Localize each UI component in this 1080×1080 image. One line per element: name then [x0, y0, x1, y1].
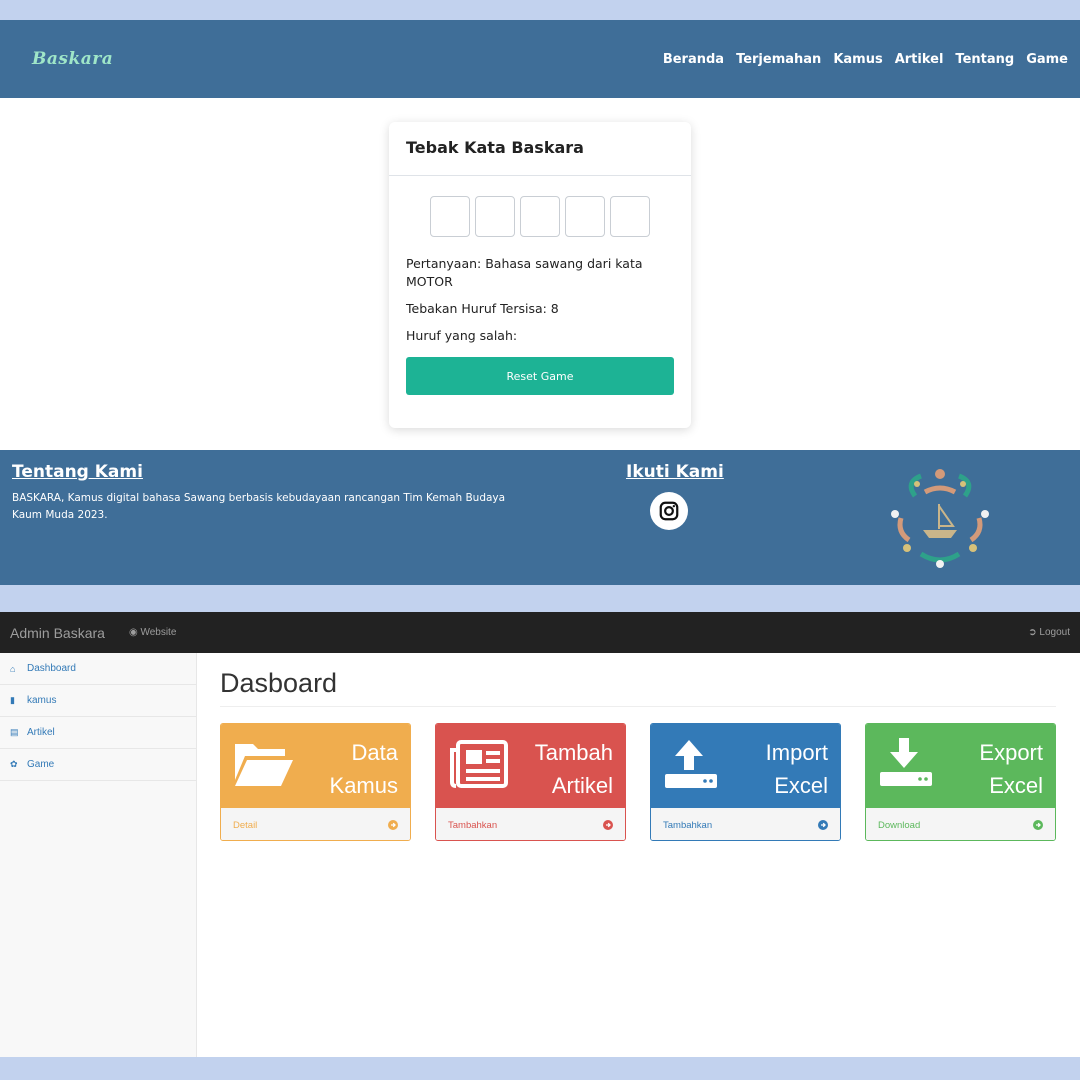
panel-title-line: Excel [989, 773, 1043, 798]
folder-open-icon [233, 736, 295, 792]
sidebar-item-kamus[interactable]: ▮ kamus [0, 685, 196, 717]
site-navbar: Baskara Beranda Terjemahan Kamus Artikel… [0, 20, 1080, 98]
sidebar-item-dashboard[interactable]: ⌂ Dashboard [0, 653, 196, 685]
letter-slot[interactable] [475, 196, 515, 237]
emblem-icon [885, 462, 995, 572]
about-text: BASKARA, Kamus digital bahasa Sawang ber… [12, 492, 506, 521]
panel-title-line: Data [351, 740, 398, 765]
game-title: Tebak Kata Baskara [389, 122, 691, 176]
panel-footer-download[interactable]: Download [866, 808, 1055, 840]
sidebar-item-label: Dashboard [27, 663, 76, 674]
follow-section: Ikuti Kami [626, 462, 724, 530]
letter-slot[interactable] [610, 196, 650, 237]
panel-footer-label: Tambahkan [448, 819, 498, 831]
site-footer: Tentang Kami BASKARA, Kamus digital baha… [0, 450, 1080, 585]
nav-link-tentang[interactable]: Tentang [955, 52, 1014, 67]
admin-sidebar: ⌂ Dashboard ▮ kamus ▤ Artikel ✿ Game [0, 653, 197, 1057]
game-question: Pertanyaan: Bahasa sawang dari kata MOTO… [406, 256, 643, 289]
logout-icon: ➲ [1028, 627, 1037, 638]
home-icon: ⌂ [10, 663, 16, 674]
panel-data-kamus: Data Kamus Detail [220, 723, 411, 841]
book-icon: ▮ [10, 695, 15, 705]
sidebar-item-label: Game [27, 759, 55, 770]
sidebar-item-label: Artikel [27, 727, 55, 738]
globe-icon: ◉ [128, 627, 138, 638]
site-screenshot: Baskara Beranda Terjemahan Kamus Artikel… [0, 20, 1080, 585]
panel-footer-label: Tambahkan [663, 819, 713, 831]
admin-main: Dasboard Data Kamus Detail Tambah Artike… [220, 653, 1056, 841]
sidebar-item-label: kamus [27, 695, 57, 706]
site-logo[interactable]: Baskara [32, 49, 113, 69]
panel-title: Export Excel [979, 736, 1043, 802]
nav-link-beranda[interactable]: Beranda [663, 52, 724, 67]
word-game-card: Tebak Kata Baskara Pertanyaan: Bahasa sa… [389, 122, 691, 428]
arrow-circle-right-icon [603, 820, 613, 830]
panel-footer-tambahkan[interactable]: Tambahkan [436, 808, 625, 840]
panel-title-line: Kamus [329, 773, 398, 798]
panel-title: Data Kamus [330, 736, 398, 802]
upload-icon [663, 736, 725, 792]
letter-slots [389, 196, 691, 237]
panel-footer-tambahkan[interactable]: Tambahkan [651, 808, 840, 840]
letter-slot[interactable] [565, 196, 605, 237]
admin-screenshot: Admin Baskara ◉ Website ➲ Logout ⌂ Dashb… [0, 612, 1080, 1057]
panel-footer-detail[interactable]: Detail [221, 808, 410, 840]
panel-footer-label: Download [878, 819, 921, 831]
letter-slot[interactable] [430, 196, 470, 237]
logout-link[interactable]: ➲ Logout [1028, 627, 1070, 638]
download-icon [878, 736, 940, 792]
panel-footer-label: Detail [233, 819, 258, 831]
dashboard-panels: Data Kamus Detail Tambah Artikel Tambahk… [220, 723, 1056, 841]
panel-title-line: Excel [774, 773, 828, 798]
arrow-circle-right-icon [1033, 820, 1043, 830]
newspaper-icon [448, 736, 510, 792]
newspaper-icon: ▤ [10, 727, 19, 737]
reset-game-button[interactable]: Reset Game [406, 357, 674, 395]
nav-link-terjemahan[interactable]: Terjemahan [736, 52, 821, 67]
wrong-letters: Huruf yang salah: [406, 328, 518, 343]
panel-title-line: Artikel [551, 773, 613, 798]
website-link-label: Website [140, 627, 177, 638]
panel-title: Import Excel [766, 736, 828, 802]
follow-title: Ikuti Kami [626, 462, 724, 482]
arrow-circle-right-icon [818, 820, 828, 830]
page-title: Dasboard [220, 653, 1056, 707]
nav-link-game[interactable]: Game [1026, 52, 1068, 67]
admin-topbar: Admin Baskara ◉ Website ➲ Logout [0, 612, 1080, 653]
instagram-icon[interactable] [650, 492, 688, 530]
about-title: Tentang Kami [12, 462, 143, 482]
logout-label: Logout [1039, 627, 1070, 638]
site-nav-links: Beranda Terjemahan Kamus Artikel Tentang… [663, 52, 1068, 67]
panel-title: Tambah Artikel [535, 736, 613, 802]
about-section: Tentang Kami BASKARA, Kamus digital baha… [12, 462, 532, 524]
website-link[interactable]: ◉ Website [129, 627, 176, 638]
arrow-circle-right-icon [388, 820, 398, 830]
panel-title-line: Tambah [534, 740, 613, 765]
letter-slot[interactable] [520, 196, 560, 237]
game-info: Pertanyaan: Bahasa sawang dari kata MOTO… [389, 237, 691, 345]
leaf-icon: ✿ [10, 759, 18, 769]
nav-link-kamus[interactable]: Kamus [833, 52, 882, 67]
nav-link-artikel[interactable]: Artikel [895, 52, 944, 67]
sidebar-item-game[interactable]: ✿ Game [0, 749, 196, 781]
panel-title-line: Import [765, 740, 828, 765]
remaining-guesses: Tebakan Huruf Tersisa: 8 [406, 301, 559, 316]
sidebar-item-artikel[interactable]: ▤ Artikel [0, 717, 196, 749]
panel-tambah-artikel: Tambah Artikel Tambahkan [435, 723, 626, 841]
admin-brand[interactable]: Admin Baskara [10, 625, 105, 641]
panel-import-excel: Import Excel Tambahkan [650, 723, 841, 841]
panel-title-line: Export [979, 740, 1043, 765]
panel-export-excel: Export Excel Download [865, 723, 1056, 841]
